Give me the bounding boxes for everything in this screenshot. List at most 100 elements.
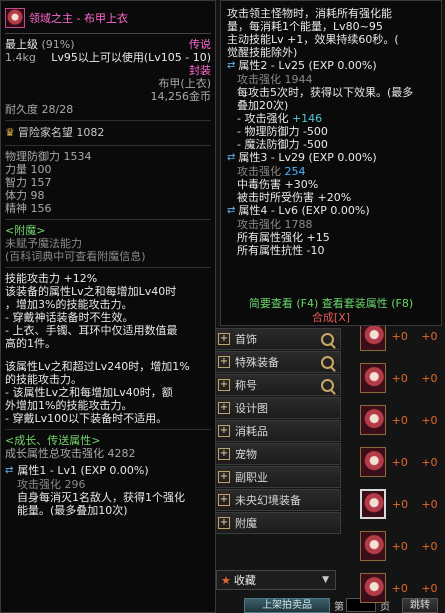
price-row: 14,256金币 bbox=[5, 90, 212, 103]
attribute-4-attack: 攻击强化 1788 bbox=[237, 218, 313, 231]
item-grade: 最上级 bbox=[5, 38, 38, 51]
slot-value: +0 bbox=[421, 371, 438, 385]
attribute-line: 中毒伤害 +30% bbox=[237, 178, 319, 191]
adventurer-fame: 冒险家名望 1082 bbox=[17, 126, 105, 139]
item-rarity: 传说 bbox=[189, 38, 211, 51]
enchant-title: <附魔> bbox=[5, 224, 46, 237]
shortcut-links[interactable]: 简要查看 (F4) 查看套装属性 (F8) bbox=[221, 297, 441, 311]
search-icon[interactable] bbox=[321, 356, 334, 369]
equipment-slot[interactable]: +0 +0 bbox=[356, 570, 445, 606]
category-item[interactable]: + 设计图 bbox=[213, 397, 341, 419]
effect-line: 主动技能Lv +1，效果持续60秒。( bbox=[227, 33, 399, 46]
equipment-slot[interactable]: +0 +0 bbox=[356, 528, 445, 564]
slot-value: +0 bbox=[421, 455, 438, 469]
item-durability: 耐久度 28/28 bbox=[5, 103, 74, 116]
attribute-2-title: 属性2 - Lv25 (EXP 0.00%) bbox=[238, 59, 377, 72]
search-icon[interactable] bbox=[321, 379, 334, 392]
attribute-1-title: 属性1 - Lv1 (EXP 0.00%) bbox=[17, 464, 149, 477]
tooltip-footer: 简要查看 (F4) 查看套装属性 (F8) 合成[X] bbox=[221, 297, 441, 325]
attribute-bullet: - 物理防御力 -500 bbox=[227, 125, 435, 138]
effect-line: 量，每消耗1个能量，Lv80~95 bbox=[227, 20, 383, 33]
item-icon bbox=[360, 489, 386, 519]
attribute-2-attack: 攻击强化 1944 bbox=[237, 73, 313, 86]
attribute-line: 被击时所受伤害 +20% bbox=[237, 191, 352, 204]
category-item[interactable]: + 未央幻境装备 bbox=[213, 489, 341, 511]
category-item[interactable]: + 附魔 bbox=[213, 512, 341, 534]
plus-icon: + bbox=[218, 517, 230, 529]
attribute-bullet: - 攻击强化 +146 bbox=[227, 112, 435, 125]
equipment-slot[interactable]: +0 +0 bbox=[356, 402, 445, 438]
category-label: 首饰 bbox=[235, 333, 257, 346]
level-row: 1.4kg Lv95以上可以使用(Lv105 - 10) bbox=[5, 51, 211, 64]
divider bbox=[5, 219, 211, 220]
item-tooltip-continued: 攻击领主怪物时，消耗所有强化能 量，每消耗1个能量，Lv80~95 主动技能Lv +… bbox=[220, 0, 442, 326]
plus-icon: + bbox=[218, 448, 230, 460]
stat-line: 力量 100 bbox=[5, 163, 52, 176]
slot-value: +0 bbox=[391, 497, 409, 511]
favorites-dropdown[interactable]: ★ 收藏 ▼ bbox=[216, 570, 336, 590]
slot-value: +0 bbox=[391, 581, 408, 595]
attribute-1-effect: 攻击领主怪物时，消耗所有强化能 量，每消耗1个能量，Lv80~95 主动技能Lv +… bbox=[227, 7, 435, 59]
swap-icon: ⇄ bbox=[227, 205, 236, 216]
effect-line: 的技能攻击力。 bbox=[5, 373, 82, 386]
attribute-line: 自身每消灭1名敌人，获得1个强化 bbox=[17, 491, 185, 504]
effect-line: 该属性Lv之和超过Lv240时，增加1% bbox=[5, 360, 190, 373]
item-icon bbox=[360, 447, 386, 477]
divider bbox=[5, 120, 211, 121]
item-icon bbox=[360, 405, 386, 435]
effect-line: 高的1件。 bbox=[5, 337, 56, 350]
compose-link[interactable]: 合成[X] bbox=[221, 311, 441, 325]
favorites-label: 收藏 bbox=[233, 574, 256, 587]
attribute-3-attack-row: 攻击强化 254 bbox=[227, 165, 435, 178]
attribute-2-bullets: - 攻击强化 +146- 物理防御力 -500- 魔法防御力 -500 bbox=[227, 112, 435, 151]
plus-icon: + bbox=[218, 494, 230, 506]
plus-icon: + bbox=[218, 471, 230, 483]
effect-line: 外增加1%的技能攻击力。 bbox=[5, 399, 133, 412]
item-price: 14,256金币 bbox=[150, 90, 212, 103]
category-label: 附魔 bbox=[235, 517, 257, 530]
equipment-slot-list: +0 +0 +0 +0 +0 +0 +0 +0 +0 +0 +0 +0 +0 +0 bbox=[356, 318, 445, 612]
equipment-slot[interactable]: +0 +0 bbox=[356, 486, 445, 522]
enchant-line: 未赋予魔法能力 bbox=[5, 237, 82, 250]
list-for-auction-button[interactable]: 上架拍卖品 bbox=[244, 598, 330, 613]
equipment-slot[interactable]: +0 +0 bbox=[356, 360, 445, 396]
slot-value: +0 bbox=[391, 329, 408, 343]
category-item[interactable]: + 消耗品 bbox=[213, 420, 341, 442]
effect-line: 该装备的属性Lv之和每增加Lv40时 bbox=[5, 285, 177, 298]
slot-value: +0 bbox=[421, 329, 438, 343]
swap-icon: ⇄ bbox=[227, 152, 236, 163]
plus-icon: + bbox=[218, 402, 230, 414]
plus-icon: + bbox=[218, 333, 230, 345]
category-label: 未央幻境装备 bbox=[235, 494, 301, 507]
bullet-label: - 攻击强化 bbox=[237, 112, 292, 125]
adventurer-fame-row: ♛ 冒险家名望 1082 bbox=[5, 125, 211, 141]
category-item[interactable]: + 首饰 bbox=[213, 328, 341, 350]
category-item[interactable]: + 副职业 bbox=[213, 466, 341, 488]
item-sealed: 封装 bbox=[189, 64, 211, 77]
category-item[interactable]: + 称号 bbox=[213, 374, 341, 396]
category-list: + 首饰 + 特殊装备 + 称号 + 设计图 + 消耗品 + 宠物 + 副职业 + 未央幻境装备 + 附魔 bbox=[213, 328, 341, 535]
category-label: 消耗品 bbox=[235, 425, 268, 438]
slot-value: +0 bbox=[391, 455, 408, 469]
category-item[interactable]: + 特殊装备 bbox=[213, 351, 341, 373]
attribute-4-lines: 所有属性强化 +15 所有属性抗性 -10 bbox=[227, 231, 435, 257]
category-label: 设计图 bbox=[235, 402, 268, 415]
attribute-line: 叠加20次) bbox=[237, 99, 289, 112]
item-level-requirement: Lv95以上可以使用(Lv105 - 10) bbox=[51, 51, 211, 64]
item-icon bbox=[5, 8, 25, 28]
search-icon[interactable] bbox=[321, 333, 334, 346]
equipment-slot[interactable]: +0 +0 bbox=[356, 444, 445, 480]
skill-attack-bonus: 技能攻击力 +12% bbox=[5, 272, 98, 285]
category-item[interactable]: + 宠物 bbox=[213, 443, 341, 465]
plus-icon: + bbox=[218, 379, 230, 391]
item-tooltip: 领域之主 - 布甲上衣 最上级 (91%) 传说 1.4kg Lv95以上可以使… bbox=[0, 0, 216, 613]
effect-line: - 穿戴Lv100以下装备时不适用。 bbox=[5, 412, 168, 425]
star-icon: ★ bbox=[221, 573, 231, 587]
bullet-label: - 物理防御力 -500 bbox=[237, 125, 328, 138]
growth-total-attack: 成长属性总攻击强化 4282 bbox=[5, 447, 136, 460]
effect-line: - 该属性Lv之和每增加Lv40时，额 bbox=[5, 386, 173, 399]
attribute-1-attack: 攻击强化 296 bbox=[17, 478, 86, 491]
effect-line: ，增加3%的技能攻击力。 bbox=[5, 298, 133, 311]
attribute-line: 所有属性抗性 -10 bbox=[237, 244, 325, 257]
growth-title: <成长、传送属性> bbox=[5, 434, 101, 447]
